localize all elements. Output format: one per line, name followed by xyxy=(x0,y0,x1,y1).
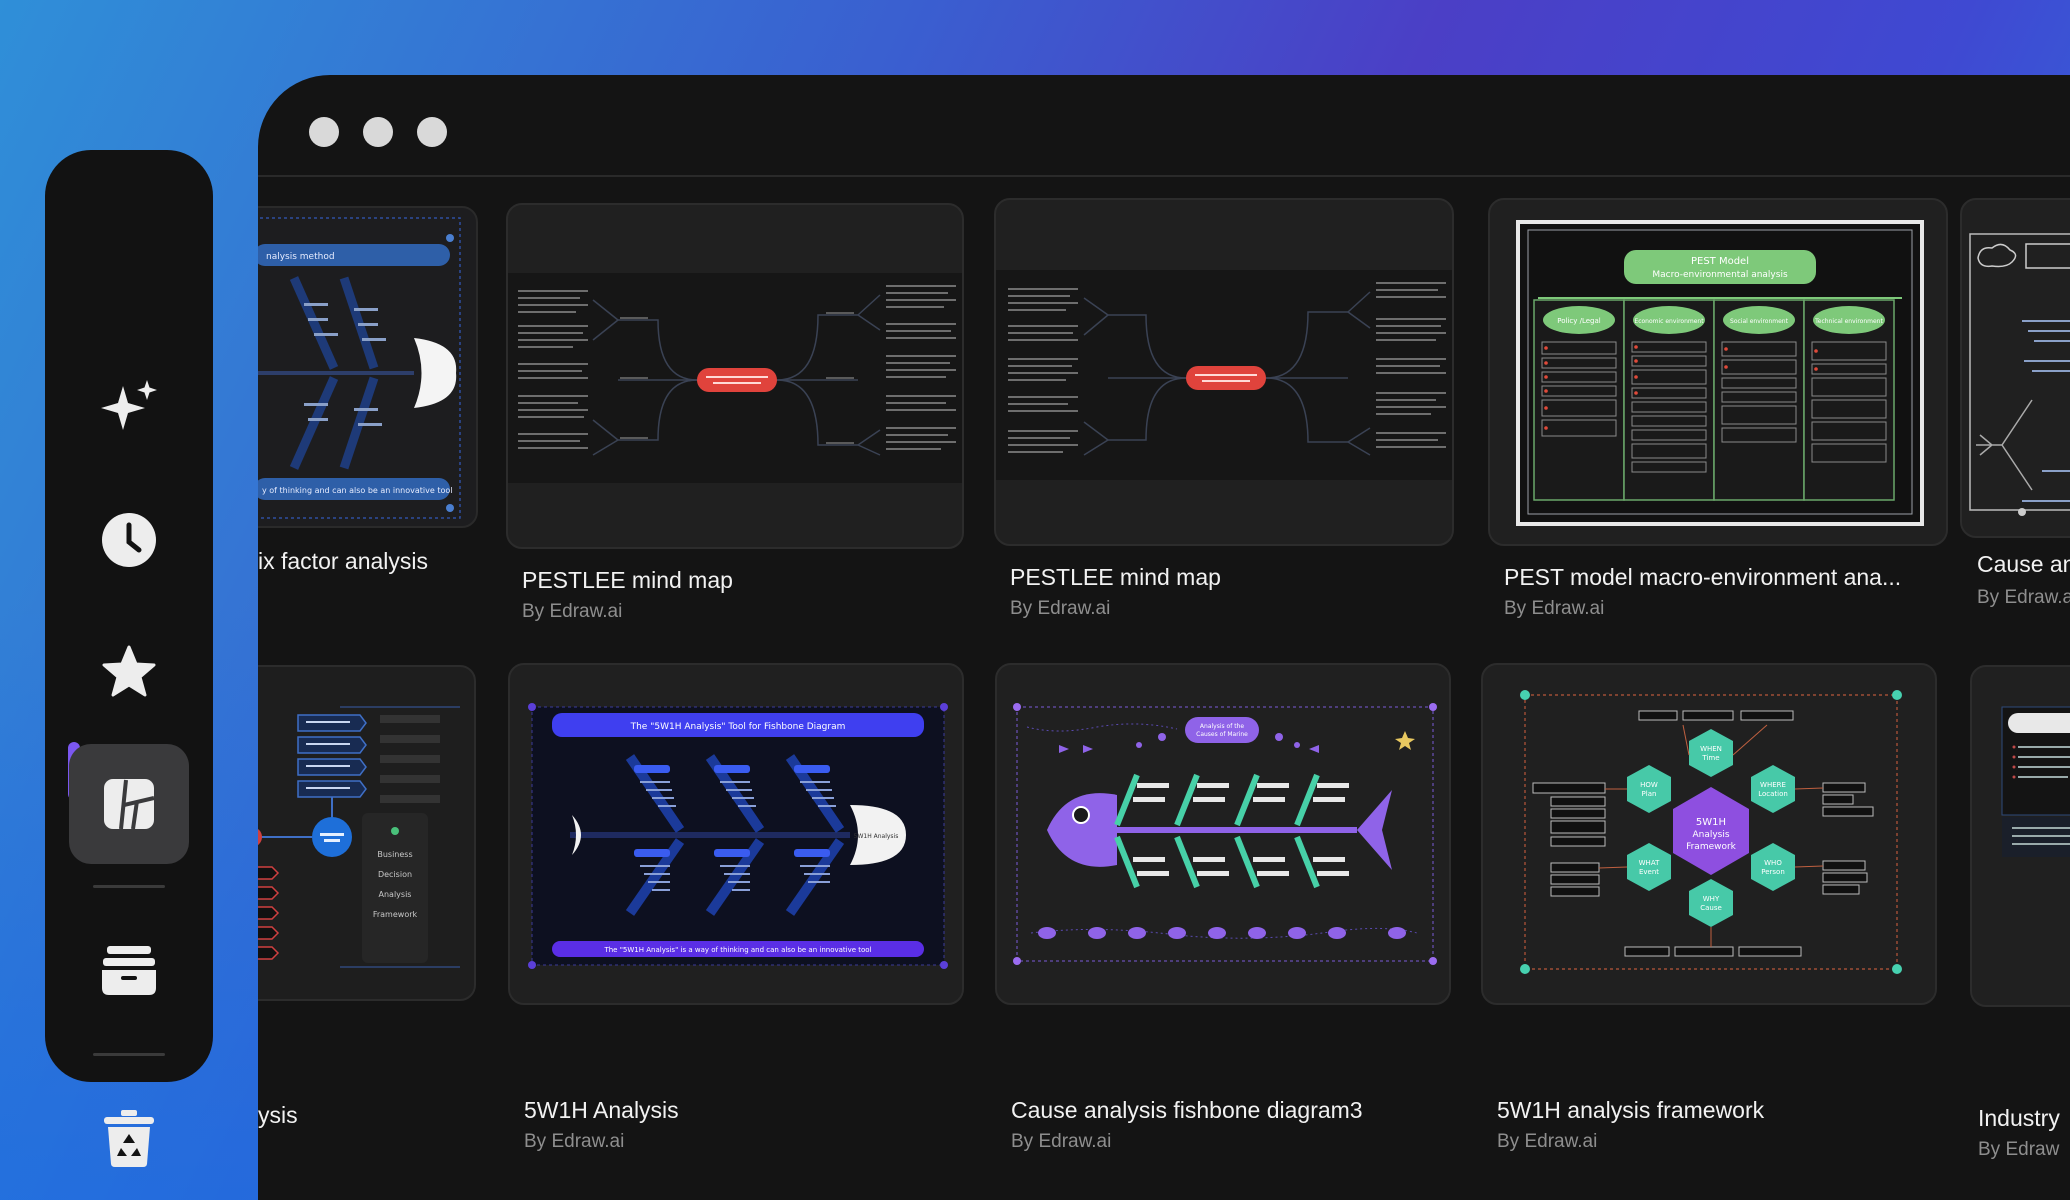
sidebar xyxy=(45,150,213,1167)
window-maximize-dot[interactable] xyxy=(417,117,447,147)
template-thumbnail: The "5W1H Analysis" Tool for Fishbone Di… xyxy=(508,663,964,1005)
template-title: ix factor analysis xyxy=(258,548,429,574)
template-author: By Edraw.ai xyxy=(1504,598,1605,619)
template-title: 5W1H analysis framework xyxy=(1497,1097,1765,1123)
svg-text:Causes of Marine: Causes of Marine xyxy=(1196,731,1248,738)
template-card[interactable]: PESTLEE mind map By Edraw.ai xyxy=(506,203,964,623)
template-title: Cause analysis fishbone diagram3 xyxy=(1011,1097,1363,1123)
pest-column-label: Social environment xyxy=(1730,318,1789,325)
thumb-label: Decision xyxy=(378,870,412,879)
template-card[interactable]: The "5W1H Analysis" Tool for Fishbone Di… xyxy=(508,663,964,1152)
template-thumbnail: Analysis of the Causes of Marine xyxy=(995,663,1451,1005)
template-thumbnail xyxy=(506,203,964,549)
template-author: By Edraw.ai xyxy=(1010,598,1111,619)
svg-text:Time: Time xyxy=(1701,754,1719,762)
template-thumbnail: 5W1H Analysis Framework WHEN Time WHERE Lo… xyxy=(1481,663,1937,1005)
favorites-button[interactable] xyxy=(69,612,189,732)
window-close-dot[interactable] xyxy=(309,117,339,147)
svg-text:Location: Location xyxy=(1758,790,1788,798)
template-author: By Edraw.a xyxy=(1977,587,2070,608)
files-button[interactable] xyxy=(69,910,189,1030)
svg-text:Plan: Plan xyxy=(1642,790,1657,798)
svg-text:Analysis: Analysis xyxy=(1692,830,1729,840)
template-thumbnail: Business Decision Analysis Framework xyxy=(258,665,476,1001)
template-author: By Edraw.ai xyxy=(1497,1131,1598,1152)
template-card[interactable]: PESTLEE mind map By Edraw.ai xyxy=(994,198,1454,619)
template-thumbnail: PEST Model Macro-environmental analysis … xyxy=(1488,198,1948,546)
sparkle-icon xyxy=(101,380,157,430)
pest-column-label: Economic environment xyxy=(1634,318,1704,325)
template-title: Industry xyxy=(1978,1105,2060,1131)
app-window: nalysis method y of thinking and can als… xyxy=(258,75,2070,1200)
template-author: By Edraw.ai xyxy=(1011,1131,1112,1152)
template-title: 5W1H Analysis xyxy=(524,1097,679,1123)
recent-button[interactable] xyxy=(69,480,189,600)
template-author: By Edraw.ai xyxy=(524,1131,625,1152)
template-author: By Edraw xyxy=(1978,1139,2060,1160)
thumb-banner-bottom: The "5W1H Analysis" is a way of thinking… xyxy=(603,946,871,954)
title-bar-divider xyxy=(258,175,2070,177)
template-thumbnail xyxy=(1970,665,2070,1007)
star-icon xyxy=(102,645,156,697)
recycle-bin-icon xyxy=(104,1110,154,1167)
template-card[interactable]: Analysis of the Causes of Marine Cause a… xyxy=(995,663,1451,1152)
thumb-banner-bottom: y of thinking and can also be an innovat… xyxy=(262,486,452,495)
trash-button[interactable] xyxy=(69,1078,189,1198)
svg-text:Cause: Cause xyxy=(1700,904,1722,912)
thumb-label: Framework xyxy=(373,910,418,919)
template-author: By Edraw.ai xyxy=(522,601,623,622)
template-card[interactable]: Business Decision Analysis Framework ysi… xyxy=(258,665,478,1128)
window-minimize-dot[interactable] xyxy=(363,117,393,147)
thumb-banner-top: nalysis method xyxy=(266,252,335,262)
svg-text:Analysis of the: Analysis of the xyxy=(1200,723,1244,730)
template-card[interactable]: nalysis method y of thinking and can als… xyxy=(258,206,478,574)
template-title: PESTLEE mind map xyxy=(522,567,733,593)
template-title: PESTLEE mind map xyxy=(1010,564,1221,590)
thumb-header-line2: Macro-environmental analysis xyxy=(1652,270,1788,280)
template-thumbnail: nalysis method y of thinking and can als… xyxy=(258,206,478,528)
template-title: Cause ana xyxy=(1977,551,2070,577)
svg-text:HOW: HOW xyxy=(1640,781,1658,789)
svg-text:Event: Event xyxy=(1639,868,1659,876)
thumb-header-line1: PEST Model xyxy=(1691,256,1749,267)
clock-icon xyxy=(102,513,156,567)
folder-icon xyxy=(102,946,156,995)
pest-column-label: Policy /Legal xyxy=(1557,317,1601,325)
svg-text:5W1H: 5W1H xyxy=(1696,817,1726,828)
template-title: PEST model macro-environment ana... xyxy=(1504,564,1902,590)
fish-head-label: 5W1H Analysis xyxy=(854,833,899,840)
template-card[interactable]: PEST Model Macro-environmental analysis … xyxy=(1488,198,1948,619)
template-card[interactable]: Industry By Edraw xyxy=(1970,665,2070,1160)
templates-button[interactable] xyxy=(69,744,189,864)
template-card[interactable]: Cause ana By Edraw.a xyxy=(1960,198,2070,618)
svg-text:WHY: WHY xyxy=(1703,895,1720,903)
thumb-label: Business xyxy=(377,850,412,859)
svg-text:WHAT: WHAT xyxy=(1639,859,1660,867)
svg-text:WHEN: WHEN xyxy=(1700,745,1722,753)
svg-text:WHERE: WHERE xyxy=(1760,781,1786,789)
thumb-label: Analysis xyxy=(379,890,412,899)
template-thumbnail xyxy=(1960,198,2070,538)
thumb-banner-top: The "5W1H Analysis" Tool for Fishbone Di… xyxy=(630,722,846,732)
pest-column-label: Technical environment xyxy=(1814,318,1883,325)
template-thumbnail xyxy=(994,198,1454,546)
svg-text:Framework: Framework xyxy=(1686,842,1737,852)
ai-sparkle-button[interactable] xyxy=(69,348,189,468)
svg-text:Person: Person xyxy=(1761,868,1785,876)
template-card[interactable]: 5W1H Analysis Framework WHEN Time WHERE Lo… xyxy=(1481,663,1937,1152)
template-title: ysis xyxy=(258,1102,298,1128)
svg-text:WHO: WHO xyxy=(1764,859,1782,867)
template-icon xyxy=(104,779,155,830)
